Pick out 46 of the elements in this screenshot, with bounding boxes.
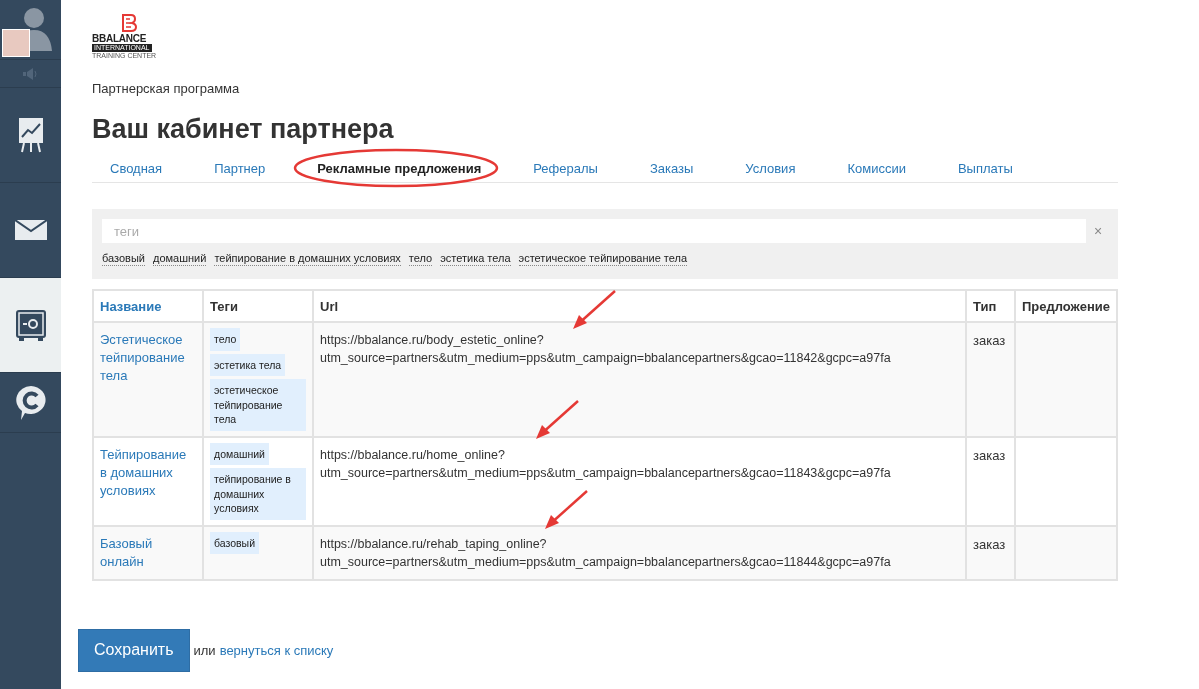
annotation-arrow [571,289,617,331]
tag-label: эстетическое тейпирование тела [210,379,306,431]
type-text: заказ [973,536,1006,552]
annotation-arrow [534,399,580,441]
url-text: https://bbalance.ru/rehab_taping_online? utm_source=partners&utm_medium=pps&utm_campaign=bbalancepartners&gcao=11844&gcpc=a97fa [320,535,892,571]
tag-filter-link[interactable]: эстетика тела [440,251,511,267]
annotation-arrow [543,489,589,531]
tab[interactable]: Рефералы [515,158,616,178]
tag-filter-link[interactable]: тело [408,251,433,267]
logo-mark-icon [121,14,137,32]
or-text: или [193,641,216,660]
sidebar-item[interactable] [0,278,61,373]
column-header: Url [313,290,966,323]
back-to-list-link[interactable]: вернуться к списку [219,640,334,660]
tab[interactable]: Условия [727,158,814,178]
tab[interactable]: Партнер [196,158,284,178]
tab[interactable]: Заказы [631,158,712,178]
mail-icon [14,220,47,240]
clear-button[interactable]: × [1088,220,1108,242]
tag-label: тело [210,328,241,351]
breadcrumb: Партнерская программа [92,80,241,98]
tag-filter-link[interactable]: тейпирование в домашних условиях [214,251,401,267]
type-text: заказ [973,333,1006,349]
tag-filter-link[interactable]: домашний [153,251,207,267]
tab[interactable]: Выплаты [939,158,1031,178]
avatar-photo-placeholder [2,28,30,57]
tag-label: эстетика тела [210,353,286,377]
tag-label: тейпирование в домашних условиях [210,468,306,520]
safe-icon [14,309,47,341]
tag-filter-link[interactable]: эстетическое тейпирование тела [518,251,688,267]
tags-input[interactable]: теги [102,219,1086,244]
chart-easel-icon [17,117,44,153]
url-text: https://bbalance.ru/home_online? utm_source=partners&utm_medium=pps&utm_campaign=bbalancepartners&gcao=11843&gcpc=a97fa [320,446,892,482]
tab[interactable]: Комиссии [829,158,924,178]
url-text: https://bbalance.ru/body_estetic_online? utm_source=partners&utm_medium=pps&utm_campaign=bbalancepartners&gcao=11842&gcpc=a97fa [320,332,892,368]
save-button[interactable]: Сохранить [78,628,190,672]
type-text: заказ [973,447,1006,463]
logo-wordmark: BBALANCE [92,34,147,44]
tag-label: домашний [210,442,269,466]
speaker-icon [21,67,40,80]
column-header[interactable]: Название [93,290,203,323]
tag-label: базовый [210,531,260,555]
page-title: Ваш кабинет партнера [92,112,395,146]
tab[interactable]: Сводная [92,158,181,178]
chat-bubble-icon [14,384,47,421]
tag-filter-link[interactable]: базовый [102,251,145,267]
